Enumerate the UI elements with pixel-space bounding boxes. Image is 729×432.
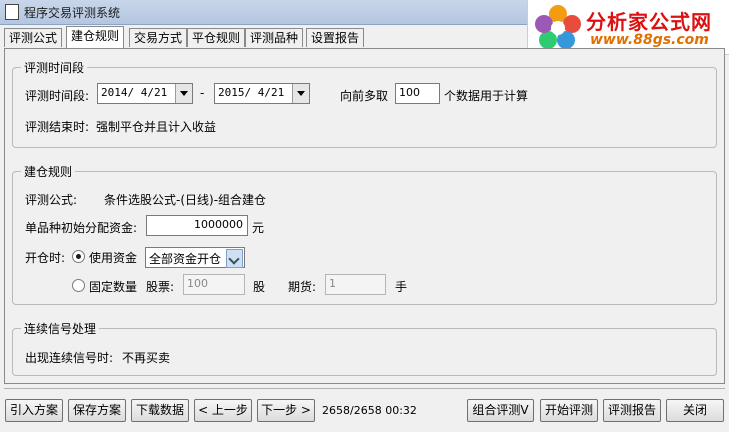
capital-input[interactable]: 1000000 <box>146 215 248 236</box>
fixed-qty-radio[interactable] <box>72 279 85 292</box>
lookback-input[interactable]: 100 <box>395 83 440 104</box>
tab-build-rules[interactable]: 建仓规则 <box>66 26 125 48</box>
date-separator: - <box>200 86 205 100</box>
period-label: 评测时间段: <box>25 89 90 103</box>
period-legend: 评测时间段 <box>21 59 88 76</box>
stock-qty-input[interactable]: 100 <box>183 274 245 295</box>
stock-unit: 股 <box>253 280 266 294</box>
start-date-value: 2014/ 4/21 <box>101 86 168 99</box>
signal-legend: 连续信号处理 <box>21 320 100 337</box>
lookback-value: 100 <box>399 86 420 99</box>
period-group <box>12 67 717 148</box>
download-data-button[interactable]: 下载数据 <box>131 399 189 422</box>
logo-url: www.88gs.com <box>590 32 709 48</box>
import-plan-button[interactable]: 引入方案 <box>5 399 63 422</box>
chevron-down-icon[interactable] <box>175 84 192 103</box>
capital-value: 1000000 <box>194 218 243 231</box>
flower-logo-icon <box>535 5 581 49</box>
eval-report-button[interactable]: 评测报告 <box>603 399 661 422</box>
window-title: 程序交易评测系统 <box>24 6 121 20</box>
tab-trade-mode[interactable]: 交易方式 <box>129 28 188 47</box>
start-date-picker[interactable]: 2014/ 4/21 <box>97 83 193 104</box>
use-funds-radio[interactable] <box>72 250 85 263</box>
open-label: 开仓时: <box>25 251 66 265</box>
footer-divider <box>4 388 725 389</box>
signal-label: 出现连续信号时: <box>25 351 114 365</box>
progress-status: 2658/2658 00:32 <box>322 404 417 417</box>
end-rule-label: 评测结束时: <box>25 120 90 134</box>
futures-qty-input[interactable]: 1 <box>325 274 386 295</box>
next-step-button[interactable]: 下一步 > <box>257 399 315 422</box>
brand-logo: 分析家公式网 www.88gs.com <box>527 0 729 55</box>
combo-eval-button[interactable]: 组合评测V <box>467 399 534 422</box>
chevron-down-icon[interactable] <box>226 249 243 268</box>
futures-unit: 手 <box>395 280 408 294</box>
formula-value: 条件选股公式-(日线)-组合建仓 <box>104 193 267 207</box>
lookback-suffix: 个数据用于计算 <box>444 89 529 103</box>
signal-value: 不再买卖 <box>122 351 171 365</box>
build-legend: 建仓规则 <box>21 163 76 180</box>
end-date-picker[interactable]: 2015/ 4/21 <box>214 83 310 104</box>
logo-text: 分析家公式网 <box>586 10 712 34</box>
funds-mode-select[interactable]: 全部资金开仓 <box>145 247 245 268</box>
tab-report-settings[interactable]: 设置报告 <box>306 28 365 47</box>
signal-group <box>12 328 717 376</box>
app-icon <box>5 4 19 20</box>
prev-step-button[interactable]: < 上一步 <box>194 399 252 422</box>
end-date-value: 2015/ 4/21 <box>218 86 285 99</box>
stock-label: 股票: <box>146 280 175 294</box>
lookback-label: 向前多取 <box>340 89 389 103</box>
start-eval-button[interactable]: 开始评测 <box>540 399 598 422</box>
fixed-qty-label[interactable]: 固定数量 <box>89 278 137 295</box>
save-plan-button[interactable]: 保存方案 <box>68 399 126 422</box>
tab-formula[interactable]: 评测公式 <box>4 28 63 47</box>
chevron-down-icon[interactable] <box>292 84 309 103</box>
close-button[interactable]: 关闭 <box>666 399 724 422</box>
formula-label: 评测公式: <box>25 193 78 207</box>
tab-instruments[interactable]: 评测品种 <box>245 28 304 47</box>
futures-label: 期货: <box>288 280 317 294</box>
futures-qty-value: 1 <box>329 277 336 290</box>
end-rule-value: 强制平仓并且计入收益 <box>96 120 217 134</box>
use-funds-label[interactable]: 使用资金 <box>89 249 137 266</box>
funds-mode-value: 全部资金开仓 <box>149 252 222 266</box>
capital-label: 单品种初始分配资金: <box>25 221 138 235</box>
stock-qty-value: 100 <box>187 277 208 290</box>
capital-unit: 元 <box>252 221 265 235</box>
tab-close-rules[interactable]: 平仓规则 <box>187 28 246 47</box>
